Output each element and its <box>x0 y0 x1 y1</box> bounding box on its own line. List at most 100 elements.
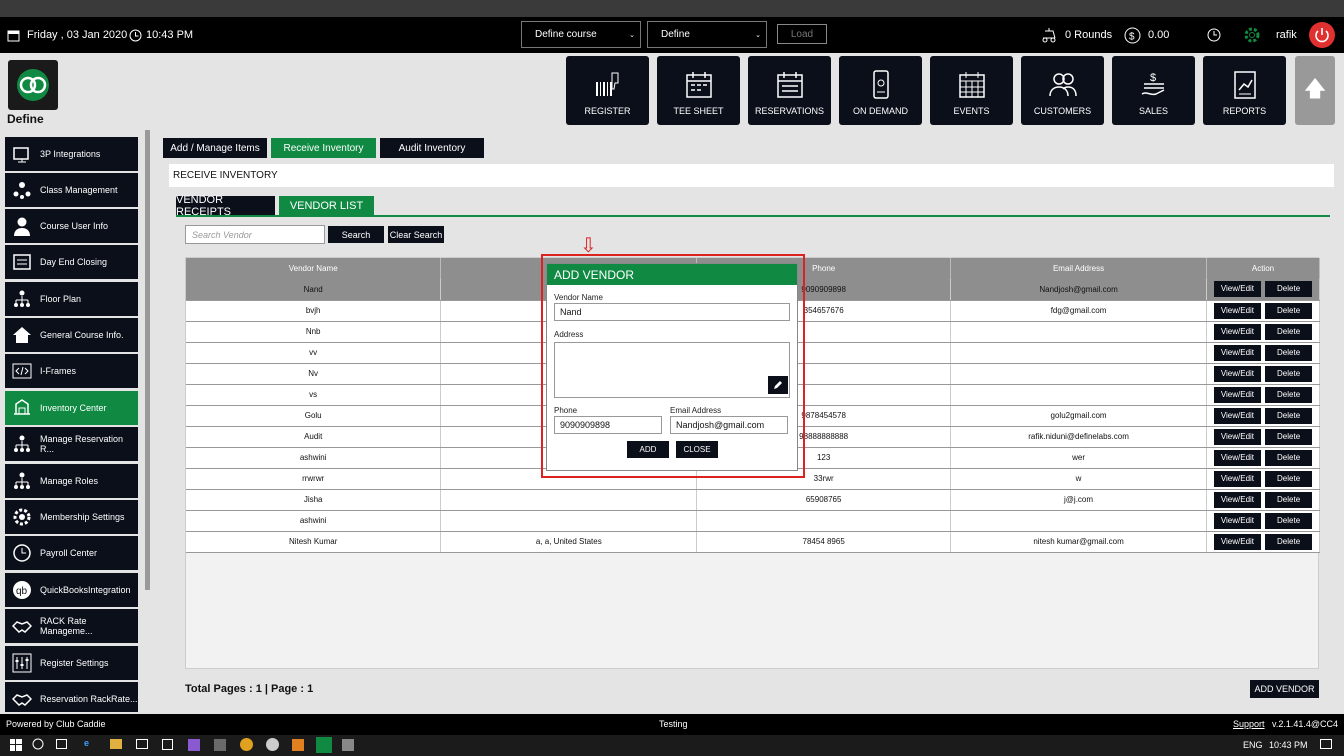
sidebar-item-quickbooks[interactable]: qb QuickBooksIntegration <box>5 573 138 607</box>
language-indicator[interactable]: ENG <box>1243 740 1263 750</box>
view-edit-button[interactable]: View/Edit <box>1213 470 1262 487</box>
delete-button[interactable]: Delete <box>1265 344 1313 361</box>
sidebar-item-membership-settings[interactable]: Membership Settings <box>5 500 138 534</box>
action-cell: View/Edit Delete <box>1206 405 1320 427</box>
tab-audit-inventory[interactable]: Audit Inventory <box>380 138 484 158</box>
table-cell: wer <box>950 447 1207 469</box>
taskbar-clock[interactable]: 10:43 PM <box>1269 740 1308 750</box>
scroll-up-button[interactable]: 🡅 <box>1295 56 1335 125</box>
view-edit-button[interactable]: View/Edit <box>1213 344 1262 361</box>
sidebar-item-manage-roles[interactable]: Manage Roles <box>5 464 138 498</box>
sidebar-item-reservation-rackrate[interactable]: Reservation RackRate... <box>5 682 138 712</box>
edge-browser-icon[interactable]: e <box>84 738 89 748</box>
sidebar-scrollbar[interactable] <box>145 130 150 590</box>
sidebar-item-register-settings[interactable]: Register Settings <box>5 646 138 680</box>
view-edit-button[interactable]: View/Edit <box>1213 407 1262 424</box>
sidebar-item-course-user-info[interactable]: Course User Info <box>5 209 138 243</box>
course-select[interactable]: Define course ⌄ <box>521 21 641 48</box>
define-select[interactable]: Define ⌄ <box>647 21 767 48</box>
delete-button[interactable]: Delete <box>1265 449 1313 466</box>
delete-button[interactable]: Delete <box>1265 323 1313 340</box>
delete-button[interactable]: Delete <box>1265 470 1313 487</box>
power-button[interactable] <box>1309 17 1335 53</box>
view-edit-button[interactable]: View/Edit <box>1213 365 1262 382</box>
delete-button[interactable]: Delete <box>1265 491 1313 508</box>
sidebar-item-class-management[interactable]: Class Management <box>5 173 138 207</box>
app-icon[interactable] <box>214 739 226 751</box>
view-edit-button[interactable]: View/Edit <box>1213 533 1262 550</box>
chrome-icon[interactable] <box>240 738 253 751</box>
tab-vendor-list[interactable]: VENDOR LIST <box>279 196 374 216</box>
nav-events[interactable]: EVENTS <box>930 56 1013 125</box>
task-view-icon[interactable] <box>56 739 67 749</box>
delete-button[interactable]: Delete <box>1265 365 1313 382</box>
table-row: ashwini View/Edit Delete <box>186 510 1320 532</box>
view-edit-button[interactable]: View/Edit <box>1213 491 1262 508</box>
support-link[interactable]: Support <box>1233 719 1265 729</box>
file-explorer-icon[interactable] <box>110 739 122 749</box>
mail-icon[interactable] <box>136 739 148 749</box>
sidebar-item-i-frames[interactable]: I-Frames <box>5 354 138 388</box>
add-vendor-button[interactable]: ADD VENDOR <box>1250 680 1319 698</box>
report-chart-icon <box>1234 71 1256 99</box>
nav-reports[interactable]: REPORTS <box>1203 56 1286 125</box>
browser-icon[interactable] <box>266 738 279 751</box>
windows-start-icon[interactable] <box>10 739 22 753</box>
delete-button[interactable]: Delete <box>1265 407 1313 424</box>
delete-button[interactable]: Delete <box>1265 512 1313 529</box>
nav-customers[interactable]: CUSTOMERS <box>1021 56 1104 125</box>
pencil-icon <box>774 381 782 389</box>
sidebar-item-manage-reservation[interactable]: Manage Reservation R... <box>5 427 138 461</box>
delete-button[interactable]: Delete <box>1265 533 1313 550</box>
modal-add-button[interactable]: ADD <box>627 441 669 458</box>
view-edit-button[interactable]: View/Edit <box>1213 428 1262 445</box>
view-edit-button[interactable]: View/Edit <box>1213 449 1262 466</box>
nav-on-demand[interactable]: ON DEMAND <box>839 56 922 125</box>
phone-field[interactable]: 9090909898 <box>554 416 662 434</box>
view-edit-button[interactable]: View/Edit <box>1213 512 1262 529</box>
sidebar-item-inventory-center[interactable]: Inventory Center <box>5 391 138 425</box>
club-caddie-app-icon[interactable] <box>316 737 332 753</box>
tab-vendor-receipts[interactable]: VENDOR RECEIPTS <box>176 194 275 218</box>
tab-receive-inventory[interactable]: Receive Inventory <box>271 138 376 158</box>
view-edit-button[interactable]: View/Edit <box>1213 323 1262 340</box>
sidebar-item-payroll-center[interactable]: Payroll Center <box>5 536 138 570</box>
sublime-icon[interactable] <box>292 739 304 751</box>
sidebar-item-floor-plan[interactable]: Floor Plan <box>5 282 138 316</box>
search-circle-icon[interactable] <box>32 738 44 752</box>
sidebar-item-3p-integrations[interactable]: 3P Integrations <box>5 137 138 171</box>
modal-close-button[interactable]: CLOSE <box>676 441 718 458</box>
view-edit-button[interactable]: View/Edit <box>1213 281 1262 298</box>
settings-gear-icon[interactable] <box>1243 17 1261 53</box>
tab-add-manage-items[interactable]: Add / Manage Items <box>163 138 267 158</box>
history-icon[interactable] <box>1207 17 1221 53</box>
vendor-name-field[interactable]: Nand <box>554 303 790 321</box>
sidebar-item-general-course-info[interactable]: General Course Info. <box>5 318 138 352</box>
delete-button[interactable]: Delete <box>1265 302 1313 319</box>
define-logo <box>8 60 58 110</box>
app-icon[interactable] <box>342 739 354 751</box>
nav-sales[interactable]: $ SALES <box>1112 56 1195 125</box>
edit-pencil-button[interactable] <box>768 376 788 394</box>
delete-button[interactable]: Delete <box>1265 281 1313 298</box>
clear-search-button[interactable]: Clear Search <box>388 226 444 243</box>
store-icon[interactable] <box>162 739 173 750</box>
notifications-icon[interactable] <box>1320 739 1332 749</box>
search-vendor-input[interactable]: Search Vendor <box>185 225 325 244</box>
address-field[interactable] <box>554 342 790 398</box>
view-edit-button[interactable]: View/Edit <box>1213 302 1262 319</box>
delete-button[interactable]: Delete <box>1265 428 1313 445</box>
load-button[interactable]: Load <box>777 24 827 44</box>
delete-button[interactable]: Delete <box>1265 386 1313 403</box>
view-edit-button[interactable]: View/Edit <box>1213 386 1262 403</box>
email-field[interactable]: Nandjosh@gmail.com <box>670 416 788 434</box>
nav-register[interactable]: REGISTER <box>566 56 649 125</box>
sidebar-item-rack-rate-management[interactable]: RACK Rate Manageme... <box>5 609 138 643</box>
nav-reports-label: REPORTS <box>1222 106 1267 116</box>
action-cell: View/Edit Delete <box>1206 300 1320 322</box>
nav-tee-sheet[interactable]: TEE SHEET <box>657 56 740 125</box>
visual-studio-icon[interactable] <box>188 739 200 751</box>
search-button[interactable]: Search <box>328 226 384 243</box>
sidebar-item-day-end-closing[interactable]: Day End Closing <box>5 245 138 279</box>
nav-reservations[interactable]: RESERVATIONS <box>748 56 831 125</box>
